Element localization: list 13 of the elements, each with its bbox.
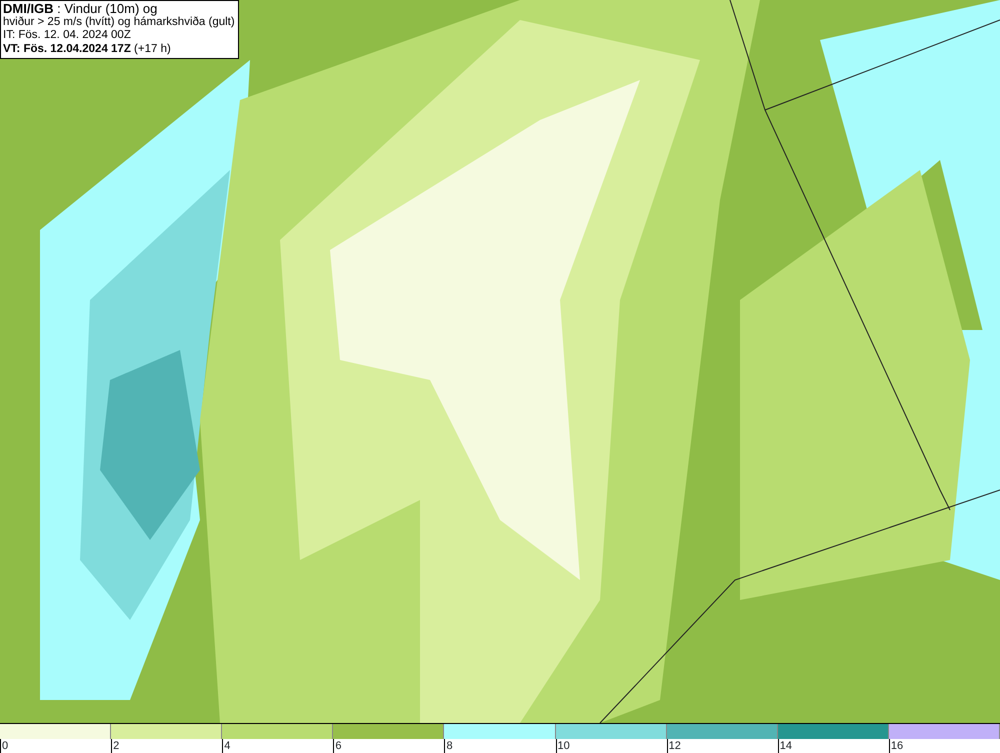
scale-label: 2 xyxy=(111,739,120,753)
info-text: VT: Fös. 12.04.2024 17Z (+17 h) xyxy=(3,42,172,56)
info-text: IT: Fös. 12. 04. 2024 00Z xyxy=(3,29,132,42)
scale-label: 16 xyxy=(888,739,904,753)
info-text: DMI/IGB : Vindur (10m) og xyxy=(3,2,158,16)
scale-label: 6 xyxy=(333,739,342,753)
scale-label: 10 xyxy=(556,739,570,753)
scale-label: 14 xyxy=(778,739,792,753)
info-text: hviður > 25 m/s (hvítt) og hámarkshviða (gult) xyxy=(3,16,235,29)
scale-label: 12 xyxy=(666,739,681,753)
scale-label: 4 xyxy=(222,739,230,753)
scale-label: 8 xyxy=(444,739,453,753)
scale-label: 0 xyxy=(0,739,8,753)
